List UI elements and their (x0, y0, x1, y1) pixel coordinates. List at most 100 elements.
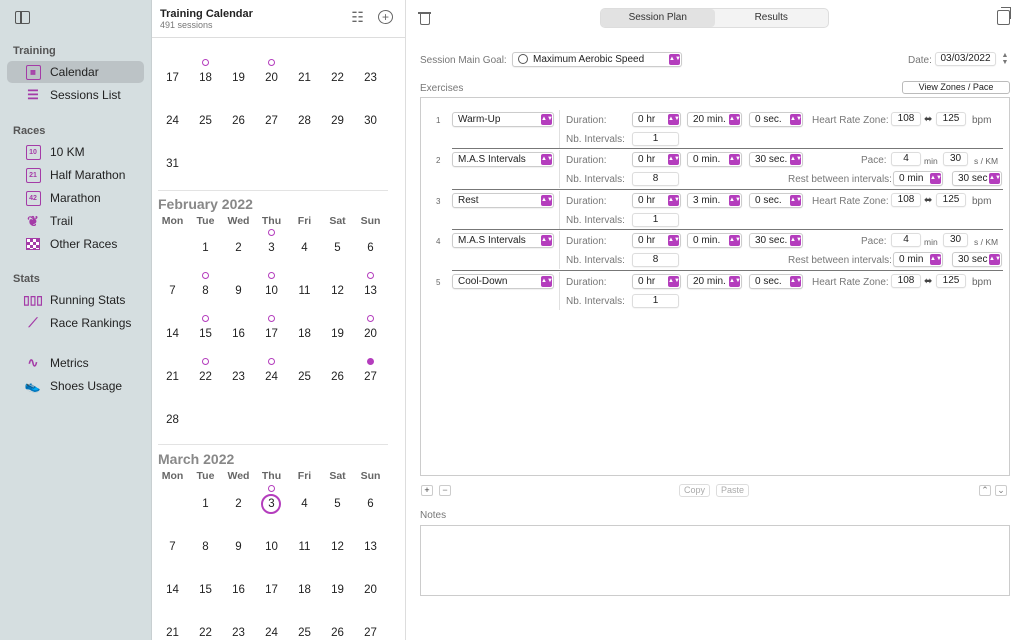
day-cell[interactable]: 9 (222, 285, 255, 297)
day-cell[interactable]: 12 (321, 541, 354, 553)
duration-seconds-select[interactable]: 30 sec. ▲▼ (749, 152, 803, 167)
day-cell[interactable]: 1 (189, 242, 222, 254)
day-cell[interactable]: 19 (222, 72, 255, 84)
day-cell[interactable]: 21 (156, 371, 189, 383)
day-cell[interactable]: 16 (222, 328, 255, 340)
day-cell[interactable]: 13 (354, 285, 387, 297)
day-cell[interactable]: 27 (255, 115, 288, 127)
hr-low-field[interactable]: 108 (891, 112, 921, 126)
remove-exercise-button[interactable]: − (439, 485, 451, 496)
day-cell[interactable]: 5 (321, 242, 354, 254)
day-cell[interactable]: 4 (288, 498, 321, 510)
day-cell[interactable]: 17 (255, 584, 288, 596)
duration-hours-select[interactable]: 0 hr ▲▼ (632, 233, 681, 248)
day-cell[interactable]: 12 (321, 285, 354, 297)
day-cell[interactable]: 6 (354, 242, 387, 254)
sidebar-item-calendar[interactable]: ▦ Calendar (7, 61, 144, 83)
hr-high-field[interactable]: 125 (936, 112, 966, 126)
rest-min-select[interactable]: 0 min ▲▼ (893, 171, 943, 186)
day-cell[interactable]: 24 (255, 627, 288, 639)
trash-icon[interactable] (418, 10, 431, 26)
day-cell[interactable]: 24 (156, 115, 189, 127)
pace-sec-field[interactable]: 30 (943, 152, 968, 166)
tab-results[interactable]: Results (715, 9, 829, 27)
day-cell[interactable]: 25 (189, 115, 222, 127)
day-cell[interactable]: 21 (156, 627, 189, 639)
duration-seconds-select[interactable]: 0 sec. ▲▼ (749, 193, 803, 208)
sidebar-item-other-races[interactable]: Other Races (7, 233, 144, 255)
day-cell[interactable]: 20 (354, 584, 387, 596)
day-cell[interactable]: 17 (255, 328, 288, 340)
day-cell[interactable]: 4 (288, 242, 321, 254)
duration-hours-select[interactable]: 0 hr ▲▼ (632, 193, 681, 208)
move-down-button[interactable]: ⌄ (995, 485, 1007, 496)
tab-session-plan[interactable]: Session Plan (601, 9, 715, 27)
day-cell[interactable]: 23 (222, 371, 255, 383)
duration-hours-select[interactable]: 0 hr ▲▼ (632, 112, 681, 127)
day-cell[interactable]: 22 (189, 627, 222, 639)
day-cell[interactable]: 15 (189, 584, 222, 596)
day-cell[interactable]: 6 (354, 498, 387, 510)
duration-hours-select[interactable]: 0 hr ▲▼ (632, 152, 681, 167)
sidebar-item-sessions-list[interactable]: ☰ Sessions List (7, 84, 144, 106)
day-cell[interactable]: 23 (354, 72, 387, 84)
day-cell[interactable]: 8 (189, 541, 222, 553)
duration-seconds-select[interactable]: 30 sec. ▲▼ (749, 233, 803, 248)
day-cell[interactable]: 24 (255, 371, 288, 383)
rest-min-select[interactable]: 0 min ▲▼ (893, 252, 943, 267)
exercise-type-select[interactable]: M.A.S Intervals ▲▼ (452, 152, 554, 167)
hr-high-field[interactable]: 125 (936, 274, 966, 288)
day-cell[interactable]: 1 (189, 498, 222, 510)
day-cell[interactable]: 7 (156, 541, 189, 553)
add-session-icon[interactable]: + (378, 10, 393, 24)
date-stepper[interactable]: ▲ ▼ (1001, 52, 1009, 66)
pace-min-field[interactable]: 4 (891, 152, 921, 166)
duration-minutes-select[interactable]: 20 min. ▲▼ (687, 274, 742, 289)
notes-textarea[interactable] (420, 525, 1010, 596)
day-cell[interactable]: 16 (222, 584, 255, 596)
day-cell[interactable]: 26 (222, 115, 255, 127)
sidebar-item-half-marathon[interactable]: 21 Half Marathon (7, 164, 144, 186)
day-cell[interactable]: 2 (222, 242, 255, 254)
move-up-button[interactable]: ⌃ (979, 485, 991, 496)
day-cell[interactable]: 20 (255, 72, 288, 84)
day-cell[interactable]: 22 (189, 371, 222, 383)
day-cell[interactable]: 22 (321, 72, 354, 84)
copy-button[interactable]: Copy (679, 484, 710, 497)
hr-high-field[interactable]: 125 (936, 193, 966, 207)
nb-intervals-field[interactable]: 8 (632, 172, 679, 186)
exercise-type-select[interactable]: M.A.S Intervals ▲▼ (452, 233, 554, 248)
day-cell[interactable]: 19 (321, 584, 354, 596)
day-cell[interactable]: 18 (189, 72, 222, 84)
day-cell[interactable]: 14 (156, 328, 189, 340)
day-cell[interactable]: 17 (156, 72, 189, 84)
day-cell[interactable]: 25 (288, 371, 321, 383)
day-cell[interactable]: 18 (288, 584, 321, 596)
duration-minutes-select[interactable]: 20 min. ▲▼ (687, 112, 742, 127)
nb-intervals-field[interactable]: 1 (632, 294, 679, 308)
day-cell[interactable]: 26 (321, 371, 354, 383)
nb-intervals-field[interactable]: 1 (632, 132, 679, 146)
day-cell[interactable]: 5 (321, 498, 354, 510)
duration-hours-select[interactable]: 0 hr ▲▼ (632, 274, 681, 289)
duration-minutes-select[interactable]: 0 min. ▲▼ (687, 152, 742, 167)
day-cell[interactable]: 27 (354, 627, 387, 639)
rest-sec-select[interactable]: 30 sec ▲▼ (952, 171, 1002, 186)
pace-sec-field[interactable]: 30 (943, 233, 968, 247)
day-cell[interactable]: 19 (321, 328, 354, 340)
sidebar-item-running-stats[interactable]: ▯▯▯ Running Stats (7, 289, 144, 311)
day-cell[interactable]: 14 (156, 584, 189, 596)
duration-minutes-select[interactable]: 3 min. ▲▼ (687, 193, 742, 208)
day-cell[interactable]: 25 (288, 627, 321, 639)
sidebar-item-shoes-usage[interactable]: 👟 Shoes Usage (7, 375, 144, 397)
sidebar-item-10km[interactable]: 10 10 KM (7, 141, 144, 163)
day-cell[interactable]: 23 (222, 627, 255, 639)
day-cell[interactable]: 2 (222, 498, 255, 510)
day-cell[interactable]: 31 (156, 158, 189, 170)
rest-sec-select[interactable]: 30 sec ▲▼ (952, 252, 1002, 267)
nb-intervals-field[interactable]: 1 (632, 213, 679, 227)
day-cell[interactable]: 3 (255, 242, 288, 254)
duration-seconds-select[interactable]: 0 sec. ▲▼ (749, 112, 803, 127)
pace-min-field[interactable]: 4 (891, 233, 921, 247)
view-zones-button[interactable]: View Zones / Pace (902, 81, 1010, 94)
